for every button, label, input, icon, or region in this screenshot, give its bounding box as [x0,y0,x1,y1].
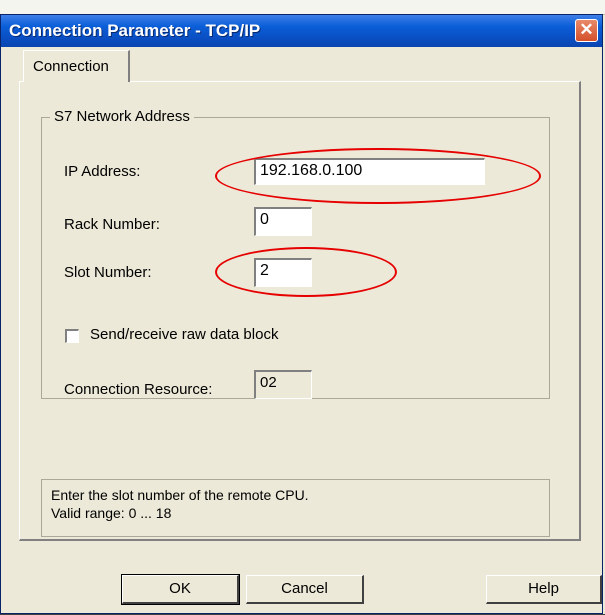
tab-connection[interactable]: Connection [23,50,130,82]
info-line-2: Valid range: 0 ... 18 [51,505,172,521]
group-legend: S7 Network Address [50,108,194,125]
ip-address-label: IP Address: [64,163,141,180]
close-icon[interactable]: ✕ [575,19,598,42]
cancel-button[interactable]: Cancel [246,575,364,604]
title-bar[interactable]: Connection Parameter - TCP/IP ✕ [1,15,602,47]
ok-button[interactable]: OK [121,574,240,605]
raw-data-checkbox-icon[interactable] [65,329,79,343]
raw-data-checkbox-label[interactable]: Send/receive raw data block [90,326,278,343]
connection-resource-field: 02 [254,370,312,399]
slot-number-input[interactable]: 2 [254,258,312,287]
help-button[interactable]: Help [486,575,602,604]
background-window-strip [0,0,605,15]
help-info-box: Enter the slot number of the remote CPU.… [41,479,550,537]
rack-number-label: Rack Number: [64,216,160,233]
slot-number-label: Slot Number: [64,264,152,281]
window-title: Connection Parameter - TCP/IP [9,21,261,40]
connection-resource-label: Connection Resource: [64,381,213,398]
info-line-1: Enter the slot number of the remote CPU. [51,487,309,503]
rack-number-input[interactable]: 0 [254,207,312,236]
ip-address-input[interactable]: 192.168.0.100 [254,158,485,185]
